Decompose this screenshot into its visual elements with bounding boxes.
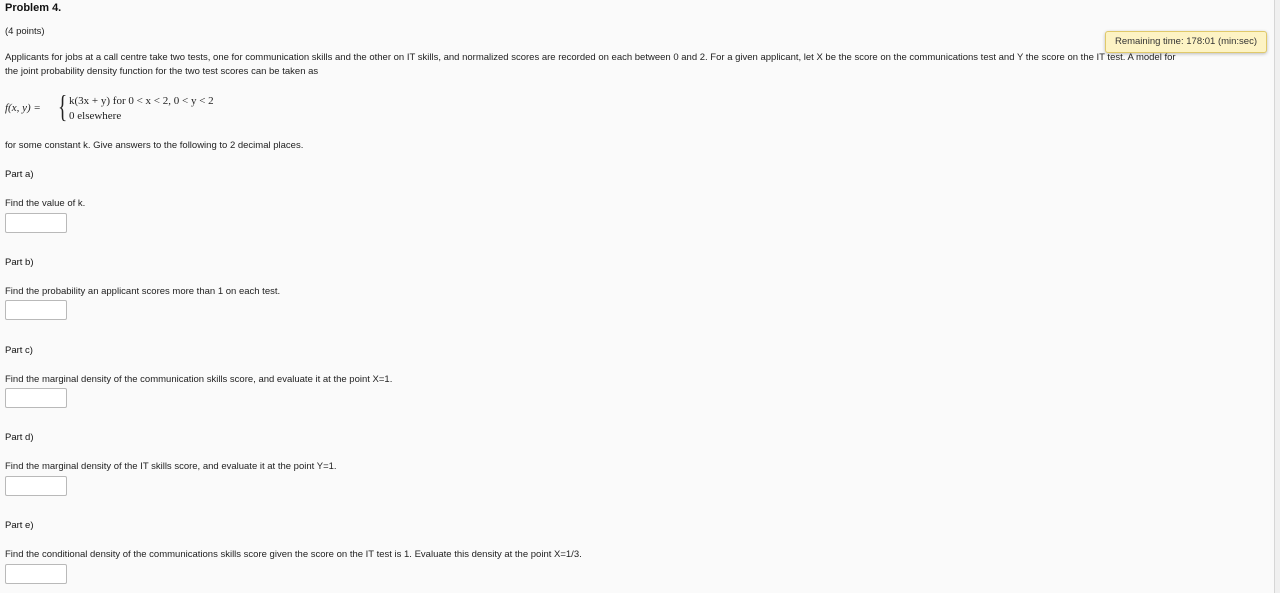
- page-scrollbar[interactable]: [1275, 0, 1280, 593]
- problem-intro-line-1: Applicants for jobs at a call centre tak…: [5, 52, 1176, 63]
- part-b-heading: Part b): [5, 257, 34, 268]
- part-e-answer-input[interactable]: [5, 564, 67, 584]
- part-b-question: Find the probability an applicant scores…: [5, 286, 281, 297]
- problem-intro-line-2: the joint probability density function f…: [5, 66, 319, 77]
- part-a-answer-input[interactable]: [5, 213, 67, 233]
- part-c-answer-input[interactable]: [5, 388, 67, 408]
- problem-title: Problem 4.: [5, 2, 62, 14]
- part-d-question: Find the marginal density of the IT skil…: [5, 461, 337, 472]
- part-d-heading: Part d): [5, 432, 34, 443]
- formula-lhs: f(x, y) =: [5, 102, 41, 114]
- part-c-heading: Part c): [5, 345, 33, 356]
- constant-instructions: for some constant k. Give answers to the…: [5, 140, 304, 151]
- part-c-question: Find the marginal density of the communi…: [5, 374, 393, 385]
- problem-page: Problem 4. (4 points) Remaining time: 17…: [0, 0, 1275, 593]
- formula-case-1: k(3x + y) for 0 < x < 2, 0 < y < 2: [69, 95, 214, 107]
- part-b-answer-input[interactable]: [5, 300, 67, 320]
- formula-brace: {: [58, 88, 68, 124]
- remaining-time-badge: Remaining time: 178:01 (min:sec): [1105, 31, 1267, 53]
- part-e-question: Find the conditional density of the comm…: [5, 549, 582, 560]
- part-a-question: Find the value of k.: [5, 198, 86, 209]
- problem-points: (4 points): [5, 26, 45, 37]
- formula-case-2: 0 elsewhere: [69, 110, 122, 122]
- part-a-heading: Part a): [5, 169, 34, 180]
- problem-intro: Applicants for jobs at a call centre tak…: [5, 51, 1273, 79]
- part-e-heading: Part e): [5, 520, 34, 531]
- part-d-answer-input[interactable]: [5, 476, 67, 496]
